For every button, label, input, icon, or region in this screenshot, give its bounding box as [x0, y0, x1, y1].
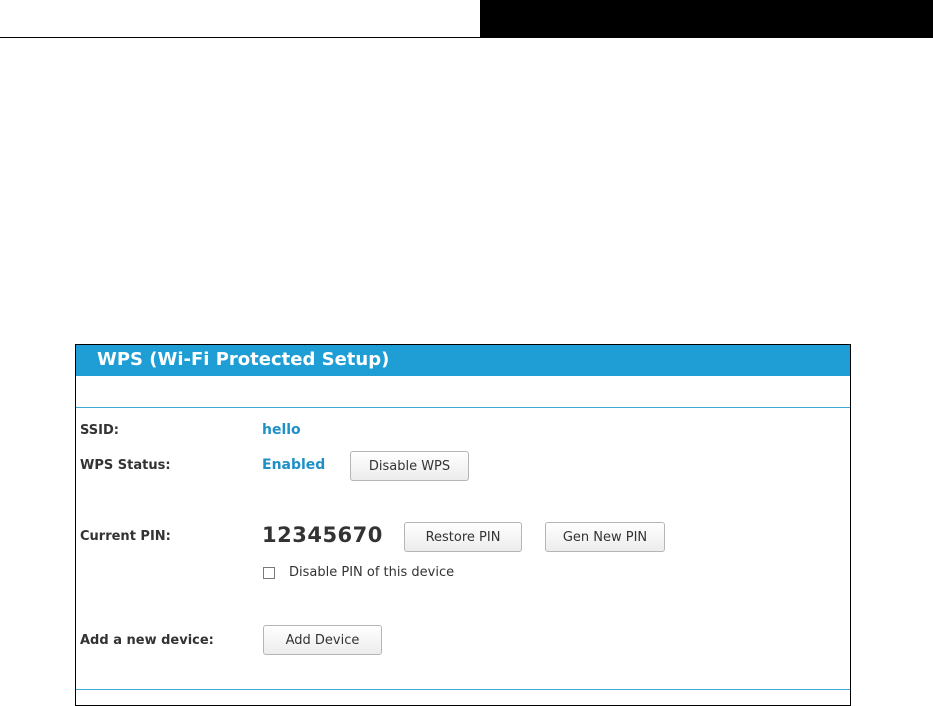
header-block: [480, 0, 933, 38]
divider-top: [76, 407, 850, 408]
panel-header: WPS (Wi-Fi Protected Setup): [76, 345, 850, 376]
disable-pin-label: Disable PIN of this device: [289, 565, 455, 580]
disable-wps-button[interactable]: Disable WPS: [350, 451, 469, 481]
panel-title: WPS (Wi-Fi Protected Setup): [97, 349, 390, 370]
add-device-button[interactable]: Add Device: [263, 625, 382, 655]
page: WPS (Wi-Fi Protected Setup) SSID: hello …: [0, 0, 933, 706]
current-pin-value: 12345670: [262, 523, 383, 547]
restore-pin-button[interactable]: Restore PIN: [404, 522, 522, 552]
wps-panel: WPS (Wi-Fi Protected Setup) SSID: hello …: [75, 344, 851, 706]
disable-pin-checkbox[interactable]: [263, 566, 275, 579]
add-device-label: Add a new device:: [80, 633, 214, 648]
divider-bottom: [76, 689, 850, 690]
current-pin-label: Current PIN:: [80, 529, 171, 544]
wps-status-label: WPS Status:: [80, 458, 171, 473]
disable-pin-option[interactable]: Disable PIN of this device: [263, 565, 454, 580]
ssid-value: hello: [262, 422, 301, 438]
gen-new-pin-button[interactable]: Gen New PIN: [545, 522, 665, 552]
header-rule: [0, 37, 480, 38]
wps-status-value: Enabled: [262, 457, 326, 473]
ssid-label: SSID:: [80, 423, 119, 438]
